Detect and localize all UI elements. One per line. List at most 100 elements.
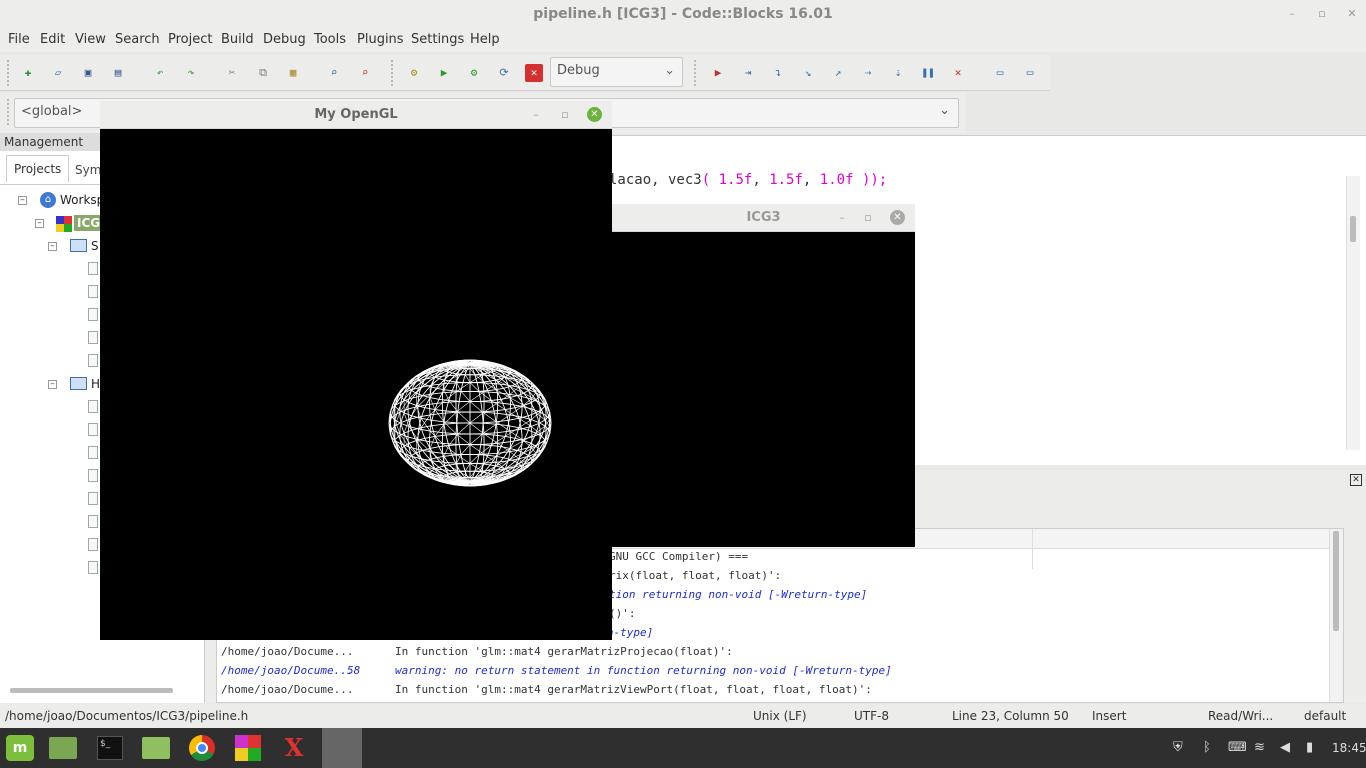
restore-icon[interactable]: ▫	[557, 107, 573, 123]
collapse-project-icon[interactable]: –	[35, 219, 44, 228]
minimize-icon[interactable]: –	[528, 107, 544, 123]
file-icon[interactable]	[88, 308, 98, 321]
shield-icon[interactable]: ⛨	[1173, 740, 1183, 755]
file-icon[interactable]	[88, 354, 98, 367]
icg3-title-bar[interactable]: ICG3 – ▫ ✕	[612, 204, 915, 232]
restore-icon[interactable]: ▫	[860, 210, 876, 226]
keyboard-icon[interactable]: ⌨	[1228, 740, 1247, 755]
menu-settings[interactable]: Settings	[411, 32, 464, 47]
menu-debug[interactable]: Debug	[263, 32, 306, 47]
collapse-workspace-icon[interactable]: –	[18, 196, 27, 205]
debug-start-icon[interactable]: ▶	[709, 64, 727, 82]
menu-view[interactable]: View	[75, 32, 106, 47]
replace-icon[interactable]: ⌕	[356, 64, 374, 82]
step-into-icon[interactable]: ↘	[799, 64, 817, 82]
toolbar-grip-2[interactable]	[390, 59, 394, 87]
paste-icon[interactable]: ▦	[284, 64, 302, 82]
active-window-button[interactable]	[322, 728, 362, 768]
open-folder-icon[interactable]: ▱	[49, 64, 67, 82]
stop-debug-icon[interactable]: ✕	[949, 64, 967, 82]
find-icon[interactable]: ⌕	[325, 64, 343, 82]
editor-scrollbar[interactable]	[1346, 176, 1360, 450]
run-to-cursor-icon[interactable]: ⇥	[739, 64, 757, 82]
opengl-title-bar[interactable]: My OpenGL – ▫ ✕	[100, 101, 612, 129]
toolbar-grip-3[interactable]	[693, 59, 697, 87]
minimize-icon[interactable]: –	[834, 210, 850, 226]
scroll-thumb[interactable]	[1333, 531, 1339, 631]
collapse-headers-icon[interactable]: –	[48, 380, 57, 389]
file-icon[interactable]	[88, 446, 98, 459]
bluetooth-icon[interactable]: ᛒ	[1203, 740, 1211, 755]
undo-icon[interactable]: ↶	[151, 64, 169, 82]
file-icon[interactable]	[88, 469, 98, 482]
codeblocks-icon[interactable]	[230, 732, 266, 764]
scroll-thumb[interactable]	[1350, 216, 1356, 242]
close-icon[interactable]: ✕	[890, 210, 905, 225]
close-icon[interactable]: ✕	[1344, 6, 1360, 22]
file-icon[interactable]	[88, 561, 98, 574]
cut-icon[interactable]: ✂	[223, 64, 241, 82]
menu-help[interactable]: Help	[470, 32, 500, 47]
menu-search[interactable]: Search	[115, 32, 160, 47]
abort-icon[interactable]: ✕	[525, 64, 543, 82]
copy-icon[interactable]: ⧉	[254, 64, 272, 82]
wifi-icon[interactable]: ≋	[1254, 740, 1265, 755]
log-row[interactable]: /home/joao/Docume... In function 'glm::ma…	[221, 645, 1331, 664]
debug-windows-icon[interactable]: ▭	[991, 64, 1009, 82]
build-gear-icon[interactable]: ⚙	[405, 64, 423, 82]
pause-icon[interactable]: ❚❚	[919, 64, 937, 82]
run-icon[interactable]: ▶	[435, 64, 453, 82]
save-all-icon[interactable]: ▤	[109, 64, 127, 82]
build-and-run-icon[interactable]: ⚙	[465, 64, 483, 82]
file-icon[interactable]	[88, 423, 98, 436]
folder-icon[interactable]	[138, 732, 174, 764]
step-into-instruction-icon[interactable]: ⇣	[889, 64, 907, 82]
menu-tools[interactable]: Tools	[314, 32, 346, 47]
opengl-window[interactable]: My OpenGL – ▫ ✕	[100, 101, 612, 640]
xming-icon[interactable]: X	[276, 732, 312, 764]
workspace-label[interactable]: Worksp	[60, 193, 104, 207]
file-icon[interactable]	[88, 538, 98, 551]
file-icon[interactable]	[88, 285, 98, 298]
collapse-sources-icon[interactable]: –	[48, 242, 57, 251]
menu-project[interactable]: Project	[168, 32, 212, 47]
redo-icon[interactable]: ↷	[182, 64, 200, 82]
file-icon[interactable]	[88, 492, 98, 505]
file-icon[interactable]	[88, 331, 98, 344]
menu-file[interactable]: File	[8, 32, 30, 47]
log-row[interactable]: /home/joao/Docume... 58 warning: no return…	[221, 664, 1331, 683]
close-logs-icon[interactable]: ✕	[1350, 474, 1362, 486]
mint-menu-icon[interactable]: m	[2, 732, 38, 764]
step-out-icon[interactable]: ↗	[829, 64, 847, 82]
rebuild-icon[interactable]: ⟳	[495, 64, 513, 82]
horizontal-scrollbar[interactable]	[10, 688, 173, 693]
save-icon[interactable]: ▣	[79, 64, 97, 82]
new-file-icon[interactable]: ✚	[19, 64, 37, 82]
icg3-window[interactable]: ICG3 – ▫ ✕	[612, 204, 915, 547]
debug-info-icon[interactable]: ▭	[1021, 64, 1039, 82]
build-target-select[interactable]: Debug ⌄	[550, 57, 683, 87]
file-icon[interactable]	[88, 515, 98, 528]
next-line-icon[interactable]: ↴	[769, 64, 787, 82]
minimize-icon[interactable]: –	[1284, 6, 1300, 22]
tab-projects[interactable]: Projects	[6, 155, 70, 182]
next-instruction-icon[interactable]: ⇢	[859, 64, 877, 82]
toolbar-grip[interactable]	[6, 59, 10, 87]
file-icon[interactable]	[88, 262, 98, 275]
volume-icon[interactable]: ◀	[1280, 740, 1290, 755]
terminal-icon[interactable]: $_	[92, 732, 128, 764]
close-icon[interactable]: ✕	[587, 107, 602, 122]
toolbar-grip-4[interactable]	[6, 98, 10, 126]
files-icon[interactable]	[45, 732, 81, 764]
menu-edit[interactable]: Edit	[40, 32, 65, 47]
file-icon[interactable]	[88, 400, 98, 413]
battery-icon[interactable]: ▮	[1306, 740, 1313, 755]
chrome-icon[interactable]	[184, 732, 220, 764]
clock[interactable]: 18:45	[1332, 741, 1366, 755]
restore-icon[interactable]: ▫	[1314, 6, 1330, 22]
log-row[interactable]: /home/joao/Docume... In function 'glm::ma…	[221, 683, 1331, 702]
menu-build[interactable]: Build	[221, 32, 254, 47]
sources-label[interactable]: S	[91, 239, 99, 253]
menu-plugins[interactable]: Plugins	[357, 32, 404, 47]
headers-label[interactable]: H	[91, 377, 100, 391]
